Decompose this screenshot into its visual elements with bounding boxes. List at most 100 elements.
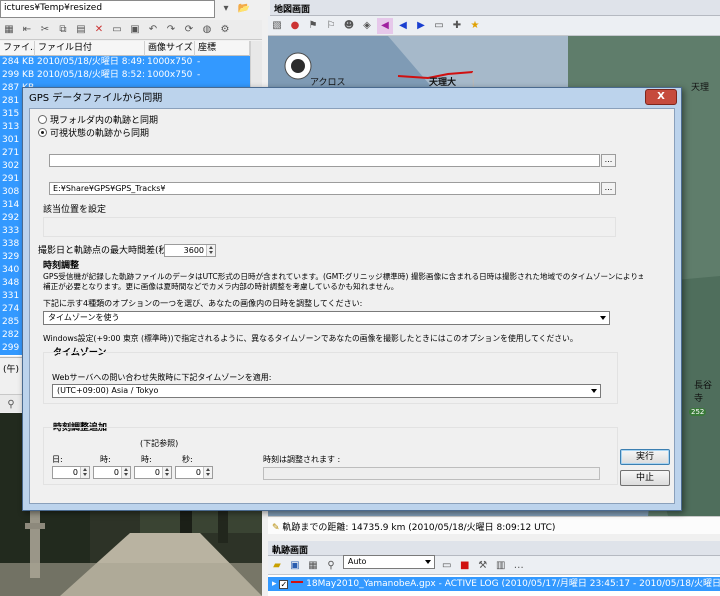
cut-icon[interactable]: ✂	[37, 22, 53, 38]
option-prompt: 下記に示す4種類のオプションの一つを選び、あなたの画像内の日時を調整してください…	[43, 299, 363, 308]
search-icon[interactable]: ⚲	[323, 558, 339, 574]
arrow-left-icon[interactable]: ◀	[395, 18, 411, 34]
sync-icon[interactable]: ◈	[359, 18, 375, 34]
person-icon[interactable]: ☻	[341, 18, 357, 34]
radio-visible-label: 可視状態の軌跡から同期	[50, 129, 150, 139]
extra-adjust-note: (下記参照)	[140, 439, 179, 448]
column-date[interactable]: ファイル日付	[35, 41, 145, 56]
chevron-down-icon	[600, 316, 606, 320]
pin-add-icon[interactable]: ⚑	[305, 18, 321, 34]
copy-icon[interactable]: ⧉	[55, 22, 71, 38]
hour-stepper[interactable]: 0	[93, 466, 131, 479]
map-toolbar: ▧ ● ⚑ ⚐ ☻ ◈ ◀ ◀ ▶ ▭ ✚ ★	[268, 16, 720, 36]
updown-icon[interactable]	[203, 467, 212, 478]
updown-icon[interactable]	[121, 467, 130, 478]
settings-icon[interactable]: ⚙	[217, 22, 233, 38]
location-group-label: 該当位置を設定	[43, 205, 107, 215]
run-button[interactable]: 実行	[620, 449, 670, 465]
minute-stepper[interactable]: 0	[134, 466, 172, 479]
radio-folder-track[interactable]: 現フォルダ内の軌跡と同期	[38, 115, 158, 127]
dialog-title: GPS データファイルから同期	[29, 93, 163, 104]
max-diff-stepper[interactable]: 3600	[164, 244, 216, 257]
track-title: 軌跡画面	[272, 546, 309, 556]
column-size[interactable]: ファイ...	[0, 41, 35, 56]
columns-icon[interactable]: ▥	[493, 558, 509, 574]
radio-visible-track[interactable]: 可視状態の軌跡から同期	[38, 128, 149, 140]
close-button[interactable]: X	[645, 89, 677, 105]
file-dim-cell: 1000x750	[147, 57, 193, 67]
track-file-input[interactable]	[49, 154, 600, 167]
dialog-body: 現フォルダ内の軌跡と同期 可視状態の軌跡から同期 ... E:¥Share¥GP…	[29, 108, 675, 504]
pin-remove-icon[interactable]: ⚐	[323, 18, 339, 34]
day-stepper[interactable]: 0	[52, 466, 90, 479]
file-coord-cell: -	[197, 57, 201, 67]
expand-icon[interactable]: ▸	[272, 579, 279, 589]
close-icon: X	[657, 91, 665, 102]
crosshair-icon[interactable]: ✚	[449, 18, 465, 34]
updown-icon[interactable]	[206, 245, 215, 256]
adjust-option-select[interactable]: タイムゾーンを使う	[43, 311, 610, 325]
adjusted-result-field	[263, 467, 600, 480]
track-folder-input[interactable]: E:¥Share¥GPS¥GPS_Tracks¥	[49, 182, 600, 195]
pencil-icon: ✎	[272, 523, 280, 533]
folder-up-icon[interactable]: 📂	[236, 1, 252, 17]
file-row[interactable]: 299 KB 2010/05/18/火曜日 8:52:36 1000x750-	[0, 69, 250, 82]
grid-view-icon[interactable]: ▦	[1, 22, 17, 38]
adjusted-label: 時刻は調整されます :	[263, 455, 341, 464]
dropdown-icon[interactable]: ▾	[218, 1, 234, 17]
stop-icon[interactable]: ■	[457, 558, 473, 574]
zoom-icon[interactable]: ⚲	[3, 397, 19, 413]
paste-icon[interactable]: ▤	[73, 22, 89, 38]
delete-icon[interactable]: ✕	[91, 22, 107, 38]
comment-icon[interactable]: ▭	[431, 18, 447, 34]
updown-icon[interactable]	[80, 467, 89, 478]
file-size-cell: 284 KB	[2, 57, 35, 67]
more-icon[interactable]: …	[511, 558, 527, 574]
path-buttons: ▾ 📂	[217, 0, 262, 18]
refresh-icon[interactable]: ⟳	[181, 22, 197, 38]
place-label-tenri: 天理	[691, 83, 710, 93]
radio-icon	[38, 115, 47, 124]
track-mode-select[interactable]: Auto	[342, 554, 435, 569]
folder-path-input[interactable]: ictures¥Temp¥resized	[0, 0, 215, 18]
redo-icon[interactable]: ↷	[163, 22, 179, 38]
timezone-label: Webサーバへの問い合わせ失敗時に下記タイムゾーンを適用:	[52, 373, 272, 382]
cancel-button[interactable]: 中止	[620, 470, 670, 486]
timezone-select[interactable]: (UTC+09:00) Asia / Tokyo	[52, 384, 601, 398]
save-icon[interactable]: ▣	[287, 558, 303, 574]
file-date-cell: 2010/05/18/火曜日 8:52:36	[37, 70, 145, 80]
arrow-right-icon[interactable]: ▶	[413, 18, 429, 34]
file-dim-cell: 1000x750	[147, 70, 193, 80]
map-sync-icon[interactable]: ▣	[127, 22, 143, 38]
rename-icon[interactable]: ▭	[109, 22, 125, 38]
comment-icon[interactable]: ▭	[439, 558, 455, 574]
undo-icon[interactable]: ↶	[145, 22, 161, 38]
second-value: 0	[195, 468, 201, 477]
browse-file-button[interactable]: ...	[601, 154, 616, 167]
marker-icon[interactable]: ●	[287, 18, 303, 34]
tools-icon[interactable]: ⚒	[475, 558, 491, 574]
minute-value: 0	[154, 468, 160, 477]
open-folder-icon[interactable]: ▰	[269, 558, 285, 574]
file-toolbar: ▦ ⇤ ✂ ⧉ ▤ ✕ ▭ ▣ ↶ ↷ ⟳ ◍ ⚙	[0, 20, 262, 40]
place-label-hasedera: 長谷寺	[694, 381, 713, 404]
file-size-cell: 299 KB	[2, 70, 35, 80]
track-color-swatch	[291, 581, 304, 583]
track-checkbox[interactable]: ✓	[279, 580, 289, 589]
file-row[interactable]: 284 KB 2010/05/18/火曜日 8:49:11 1000x750-	[0, 56, 250, 69]
prev-icon[interactable]: ◀	[377, 18, 393, 34]
favorite-icon[interactable]: ★	[467, 18, 483, 34]
updown-icon[interactable]	[162, 467, 171, 478]
track-toolbar: ▰ ▣ ▦ ⚲ Auto ▭ ■ ⚒ ▥…	[268, 554, 720, 575]
track-mode-value: Auto	[347, 556, 367, 566]
back-icon[interactable]: ⇤	[19, 22, 35, 38]
max-diff-label: 撮影日と軌跡点の最大時間差(秒):	[38, 246, 175, 256]
track-row[interactable]: ▸ ✓ 18May2010_YamanobeA.gpx - ACTIVE LOG…	[268, 577, 720, 591]
map-type-icon[interactable]: ▧	[269, 18, 285, 34]
column-dimensions[interactable]: 画像サイズ	[145, 41, 195, 56]
column-coordinates[interactable]: 座標	[195, 41, 250, 56]
track-view-icon[interactable]: ▦	[305, 558, 321, 574]
browse-folder-button[interactable]: ...	[601, 182, 616, 195]
second-stepper[interactable]: 0	[175, 466, 213, 479]
globe-icon[interactable]: ◍	[199, 22, 215, 38]
